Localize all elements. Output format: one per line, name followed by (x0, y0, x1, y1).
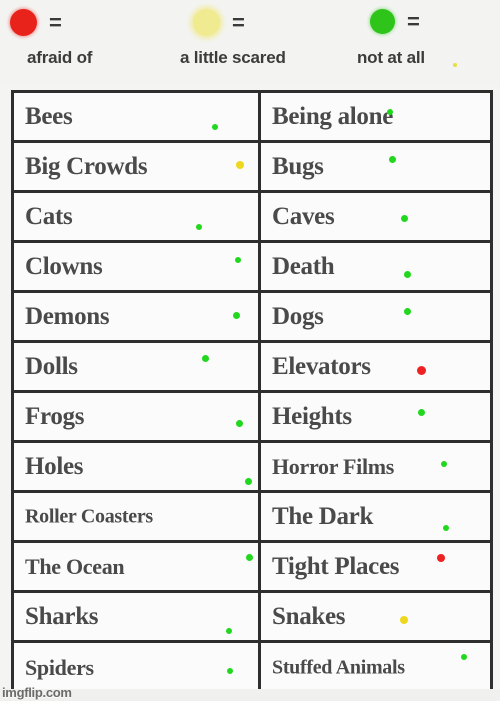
table-row: Bees Being alone (14, 93, 490, 143)
fear-label: Elevators (272, 352, 371, 380)
rating-dot-green-icon (441, 461, 447, 467)
fear-cell[interactable]: Bees (14, 93, 261, 140)
legend-trailing-dot-icon (453, 63, 457, 67)
fear-label: Holes (25, 452, 84, 480)
fear-cell[interactable]: Stuffed Animals (261, 643, 490, 693)
fears-table: Bees Being alone Big Crowds Bugs Cats Caves Cl… (11, 90, 493, 693)
table-row: Frogs Heights (14, 393, 490, 443)
fear-label: The Dark (272, 502, 374, 530)
fear-label: Horror Films (272, 453, 395, 479)
rating-dot-yellow-icon (400, 616, 408, 624)
table-row: Holes Horror Films (14, 443, 490, 493)
fear-label: Death (272, 252, 335, 280)
legend-equals-sign: = (232, 9, 245, 35)
rating-dot-red-icon (417, 366, 426, 375)
legend-label-yellow: a little scared (180, 48, 286, 67)
fear-label: Snakes (272, 602, 346, 630)
rating-dot-red-icon (437, 554, 445, 562)
legend-equals-sign: = (49, 9, 62, 35)
legend-dot-red-icon (10, 9, 37, 36)
fear-cell[interactable]: Heights (261, 393, 490, 440)
fear-label: Dolls (25, 352, 78, 380)
fear-label: Cats (25, 202, 73, 230)
rating-dot-green-icon (246, 554, 253, 561)
fear-label: Sharks (25, 602, 99, 630)
table-row: Roller Coasters The Dark (14, 493, 490, 543)
fear-cell[interactable]: The Dark (261, 493, 490, 540)
rating-dot-green-icon (418, 409, 425, 416)
legend-dot-yellow-icon (193, 9, 220, 36)
fear-cell[interactable]: Horror Films (261, 443, 490, 490)
fear-label: Bees (25, 102, 73, 130)
rating-dot-green-icon (196, 224, 202, 230)
legend-dot-green-icon (370, 9, 395, 34)
table-row: The Ocean Tight Places (14, 543, 490, 593)
fear-cell[interactable]: Cats (14, 193, 261, 240)
fear-cell[interactable]: Frogs (14, 393, 261, 440)
fear-label: Roller Coasters (25, 505, 153, 527)
fear-label: Heights (272, 402, 352, 430)
rating-dot-green-icon (461, 654, 467, 660)
fear-label: Caves (272, 202, 335, 230)
fear-cell[interactable]: Snakes (261, 593, 490, 640)
fear-label: Frogs (25, 402, 85, 430)
fear-label: Clowns (25, 252, 103, 280)
fear-cell[interactable]: Dogs (261, 293, 490, 340)
fear-cell[interactable]: Big Crowds (14, 143, 261, 190)
imgflip-watermark: imgflip.com (2, 685, 72, 700)
fear-label: The Ocean (25, 553, 125, 579)
rating-dot-green-icon (227, 668, 233, 674)
rating-dot-green-icon (212, 124, 218, 130)
fear-label: Spiders (25, 655, 94, 680)
rating-dot-green-icon (245, 478, 252, 485)
table-row: Sharks Snakes (14, 593, 490, 643)
rating-dot-green-icon (404, 308, 411, 315)
fear-cell[interactable]: Tight Places (261, 543, 490, 590)
rating-dot-green-icon (443, 525, 449, 531)
fear-cell[interactable]: Being alone (261, 93, 490, 140)
legend-label-red: afraid of (27, 48, 93, 67)
rating-dot-green-icon (202, 355, 209, 362)
fear-cell[interactable]: Holes (14, 443, 261, 490)
rating-dot-green-icon (226, 628, 232, 634)
rating-dot-green-icon (389, 156, 396, 163)
fear-label: Dogs (272, 302, 324, 330)
fear-cell[interactable]: Caves (261, 193, 490, 240)
legend-equals-sign: = (407, 8, 420, 34)
fear-cell[interactable]: The Ocean (14, 543, 261, 590)
fear-label: Big Crowds (25, 152, 148, 180)
fear-cell[interactable]: Bugs (261, 143, 490, 190)
table-row: Dolls Elevators (14, 343, 490, 393)
rating-dot-green-icon (235, 257, 241, 263)
fear-cell[interactable]: Roller Coasters (14, 493, 261, 540)
fear-cell[interactable]: Dolls (14, 343, 261, 390)
legend: = afraid of = a little scared = not at all (0, 0, 500, 86)
legend-label-green: not at all (357, 48, 425, 67)
fear-cell[interactable]: Clowns (14, 243, 261, 290)
fear-cell[interactable]: Sharks (14, 593, 261, 640)
fear-label: Being alone (272, 102, 394, 130)
fear-label: Stuffed Animals (272, 656, 405, 679)
fear-cell[interactable]: Demons (14, 293, 261, 340)
table-row: Clowns Death (14, 243, 490, 293)
fear-label: Tight Places (272, 552, 400, 580)
footer-band (0, 689, 500, 701)
rating-dot-green-icon (236, 420, 243, 427)
fear-label: Bugs (272, 152, 324, 180)
table-row: Cats Caves (14, 193, 490, 243)
rating-dot-green-icon (233, 312, 240, 319)
table-row: Demons Dogs (14, 293, 490, 343)
table-row: Big Crowds Bugs (14, 143, 490, 193)
table-row: Spiders Stuffed Animals (14, 643, 490, 693)
rating-dot-yellow-icon (236, 161, 244, 169)
fear-cell[interactable]: Elevators (261, 343, 490, 390)
rating-dot-green-icon (401, 215, 408, 222)
meme-page: = afraid of = a little scared = not at all Be… (0, 0, 500, 701)
fear-cell[interactable]: Death (261, 243, 490, 290)
fear-label: Demons (25, 302, 110, 330)
rating-dot-green-icon (404, 271, 411, 278)
